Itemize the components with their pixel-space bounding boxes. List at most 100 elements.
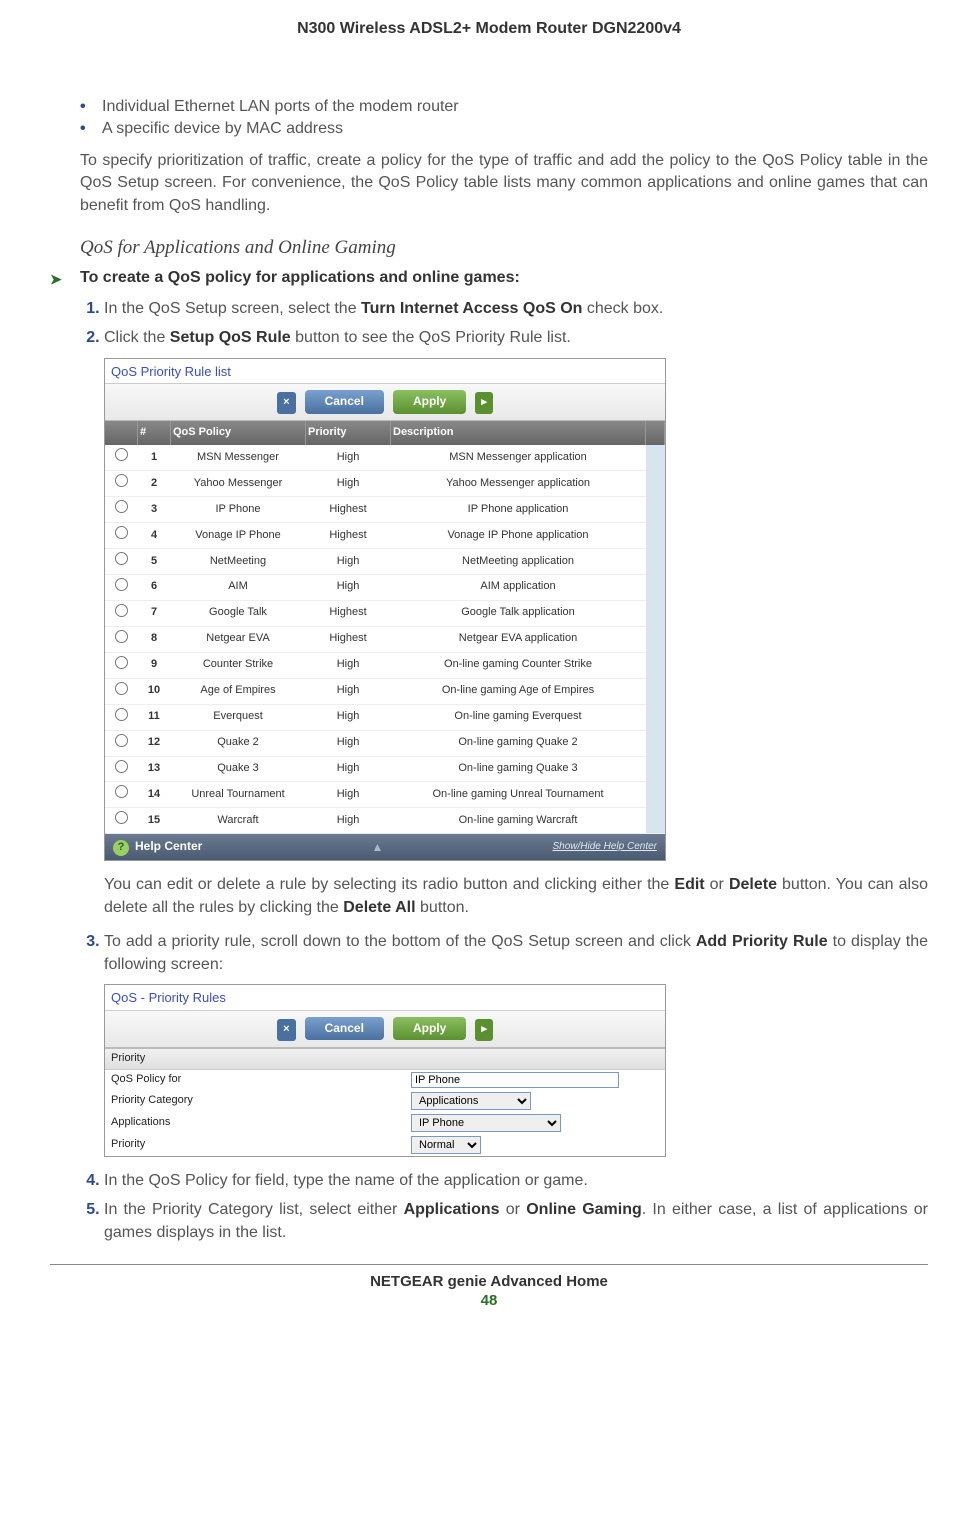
row-radio[interactable] (115, 578, 128, 591)
row-priority: High (306, 782, 391, 808)
screenshot-priority-rules: QoS - Priority Rules × Cancel Apply ▸ Pr… (104, 984, 666, 1157)
row-radio[interactable] (115, 552, 128, 565)
row-num: 7 (138, 600, 171, 626)
table-row: 10Age of EmpiresHighOn-line gaming Age o… (105, 678, 665, 704)
ui-label-bold: Applications (404, 1201, 500, 1218)
row-radio[interactable] (115, 474, 128, 487)
row-num: 3 (138, 497, 171, 523)
row-num: 4 (138, 523, 171, 549)
row-policy: Yahoo Messenger (171, 471, 306, 497)
row-policy: Everquest (171, 704, 306, 730)
form-label: Priority (111, 1137, 411, 1153)
table-row: 13Quake 3HighOn-line gaming Quake 3 (105, 756, 665, 782)
table-row: 15WarcraftHighOn-line gaming Warcraft (105, 808, 665, 834)
help-center-bar: ? Help Center ▲ Show/Hide Help Center (105, 834, 665, 860)
table-row: 12Quake 2HighOn-line gaming Quake 2 (105, 730, 665, 756)
row-description: IP Phone application (391, 497, 646, 523)
close-icon[interactable]: × (277, 1019, 295, 1041)
bullet-item: A specific device by MAC address (80, 120, 928, 138)
document-header: N300 Wireless ADSL2+ Modem Router DGN220… (50, 20, 928, 38)
row-num: 5 (138, 549, 171, 575)
row-priority: Highest (306, 523, 391, 549)
row-description: On-line gaming Warcraft (391, 808, 646, 834)
row-policy: Vonage IP Phone (171, 523, 306, 549)
ui-label-bold: Online Gaming (526, 1201, 642, 1218)
row-policy: Google Talk (171, 600, 306, 626)
row-description: Netgear EVA application (391, 626, 646, 652)
screenshot-title: QoS - Priority Rules (105, 985, 665, 1011)
bullet-list: Individual Ethernet LAN ports of the mod… (80, 98, 928, 138)
col-policy: QoS Policy (171, 421, 306, 445)
cancel-button[interactable]: Cancel (305, 1017, 384, 1040)
row-num: 13 (138, 756, 171, 782)
row-num: 6 (138, 574, 171, 600)
row-num: 14 (138, 782, 171, 808)
row-description: On-line gaming Quake 3 (391, 756, 646, 782)
row-policy: NetMeeting (171, 549, 306, 575)
row-radio[interactable] (115, 734, 128, 747)
apply-arrow-icon[interactable]: ▸ (475, 1019, 493, 1041)
table-row: 4Vonage IP PhoneHighestVonage IP Phone a… (105, 523, 665, 549)
cancel-button[interactable]: Cancel (305, 390, 384, 413)
applications-select[interactable]: IP Phone (411, 1114, 561, 1132)
row-priority: High (306, 678, 391, 704)
row-radio[interactable] (115, 760, 128, 773)
row-priority: High (306, 704, 391, 730)
row-description: NetMeeting application (391, 549, 646, 575)
table-row: 1MSN MessengerHighMSN Messenger applicat… (105, 445, 665, 470)
row-priority: High (306, 652, 391, 678)
ui-label-bold: Setup QoS Rule (170, 329, 291, 346)
qos-policy-input[interactable] (411, 1072, 619, 1088)
row-priority: High (306, 808, 391, 834)
step-text: In the QoS Setup screen, select the (104, 300, 361, 317)
chevron-up-icon[interactable]: ▲ (371, 839, 383, 856)
page-number: 48 (50, 1292, 928, 1309)
row-priority: High (306, 574, 391, 600)
priority-category-select[interactable]: Applications (411, 1092, 531, 1110)
step-note: You can edit or delete a rule by selecti… (104, 873, 928, 919)
row-priority: High (306, 549, 391, 575)
row-policy: MSN Messenger (171, 445, 306, 470)
screenshot-title: QoS Priority Rule list (105, 359, 665, 385)
table-row: 5NetMeetingHighNetMeeting application (105, 549, 665, 575)
row-policy: IP Phone (171, 497, 306, 523)
row-radio[interactable] (115, 604, 128, 617)
step-item: To add a priority rule, scroll down to t… (104, 930, 928, 1157)
help-center-label: Help Center (135, 839, 202, 853)
ui-label-bold: Turn Internet Access QoS On (361, 300, 582, 317)
help-icon[interactable]: ? (113, 840, 129, 856)
row-radio[interactable] (115, 656, 128, 669)
priority-select[interactable]: Normal (411, 1136, 481, 1154)
step-text: or (500, 1201, 527, 1218)
row-policy: Counter Strike (171, 652, 306, 678)
close-icon[interactable]: × (277, 392, 295, 414)
apply-button[interactable]: Apply (393, 1017, 466, 1040)
procedure-heading: To create a QoS policy for applications … (50, 269, 928, 287)
screenshot-qos-rule-list: QoS Priority Rule list × Cancel Apply ▸ … (104, 358, 666, 862)
form-label: Applications (111, 1115, 411, 1131)
row-priority: Highest (306, 626, 391, 652)
apply-arrow-icon[interactable]: ▸ (475, 392, 493, 414)
row-radio[interactable] (115, 682, 128, 695)
row-radio[interactable] (115, 630, 128, 643)
row-radio[interactable] (115, 448, 128, 461)
row-description: MSN Messenger application (391, 445, 646, 470)
section-label: Priority (105, 1048, 665, 1070)
apply-button[interactable]: Apply (393, 390, 466, 413)
step-text: button to see the QoS Priority Rule list… (291, 329, 571, 346)
step-item: In the Priority Category list, select ei… (104, 1198, 928, 1244)
row-num: 2 (138, 471, 171, 497)
row-policy: AIM (171, 574, 306, 600)
row-num: 9 (138, 652, 171, 678)
row-radio[interactable] (115, 526, 128, 539)
step-item: In the QoS Setup screen, select the Turn… (104, 297, 928, 320)
show-hide-link[interactable]: Show/Hide Help Center (553, 840, 658, 855)
row-radio[interactable] (115, 811, 128, 824)
row-policy: Quake 3 (171, 756, 306, 782)
row-radio[interactable] (115, 500, 128, 513)
row-radio[interactable] (115, 785, 128, 798)
scrollbar[interactable] (646, 445, 665, 834)
row-radio[interactable] (115, 708, 128, 721)
row-policy: Warcraft (171, 808, 306, 834)
step-text: Click the (104, 329, 170, 346)
